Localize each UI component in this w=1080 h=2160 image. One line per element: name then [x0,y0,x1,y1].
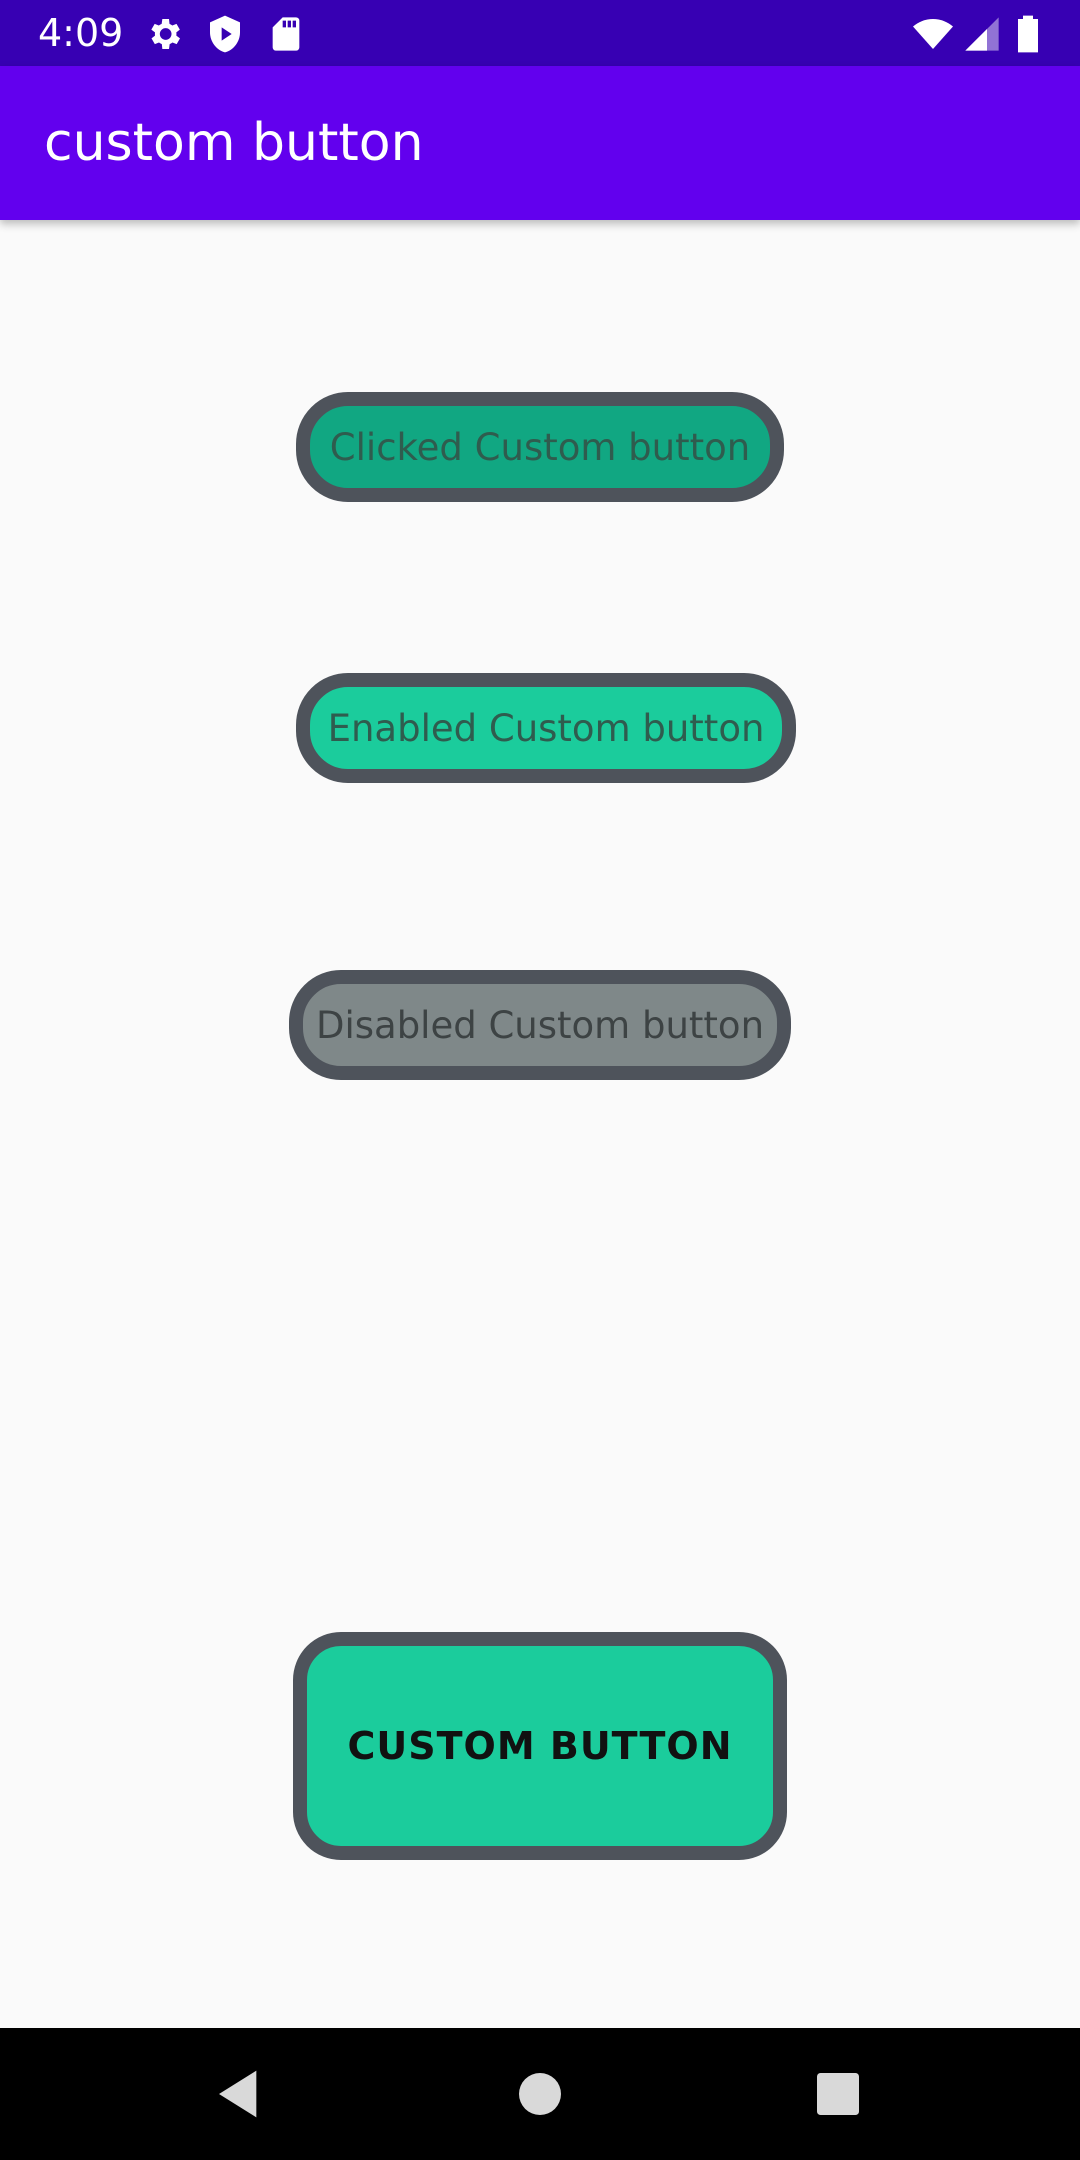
enabled-custom-button-label: Enabled Custom button [327,706,765,750]
signal-icon [965,17,999,51]
clicked-custom-button[interactable]: Clicked Custom button [296,392,784,502]
status-time: 4:09 [38,11,124,55]
gear-icon [151,19,180,49]
screen: 4:09 custom button Clicked Custom button… [0,0,1080,2160]
shield-icon [210,15,240,53]
battery-icon [1018,15,1038,53]
disabled-custom-button: Disabled Custom button [289,970,791,1080]
home-icon[interactable] [512,2066,568,2122]
custom-button[interactable]: CUSTOM BUTTON [293,1632,787,1860]
enabled-custom-button[interactable]: Enabled Custom button [296,673,796,783]
sd-card-icon [272,17,300,51]
app-bar: custom button [0,66,1080,220]
clicked-custom-button-label: Clicked Custom button [329,425,751,469]
wifi-icon [913,19,953,49]
disabled-custom-button-label: Disabled Custom button [315,1003,765,1047]
app-title: custom button [44,113,424,173]
back-icon[interactable] [212,2066,268,2122]
status-bar: 4:09 [0,0,1080,66]
custom-button-label: CUSTOM BUTTON [347,1724,733,1768]
navigation-bar [0,2028,1080,2160]
recents-icon[interactable] [810,2066,866,2122]
